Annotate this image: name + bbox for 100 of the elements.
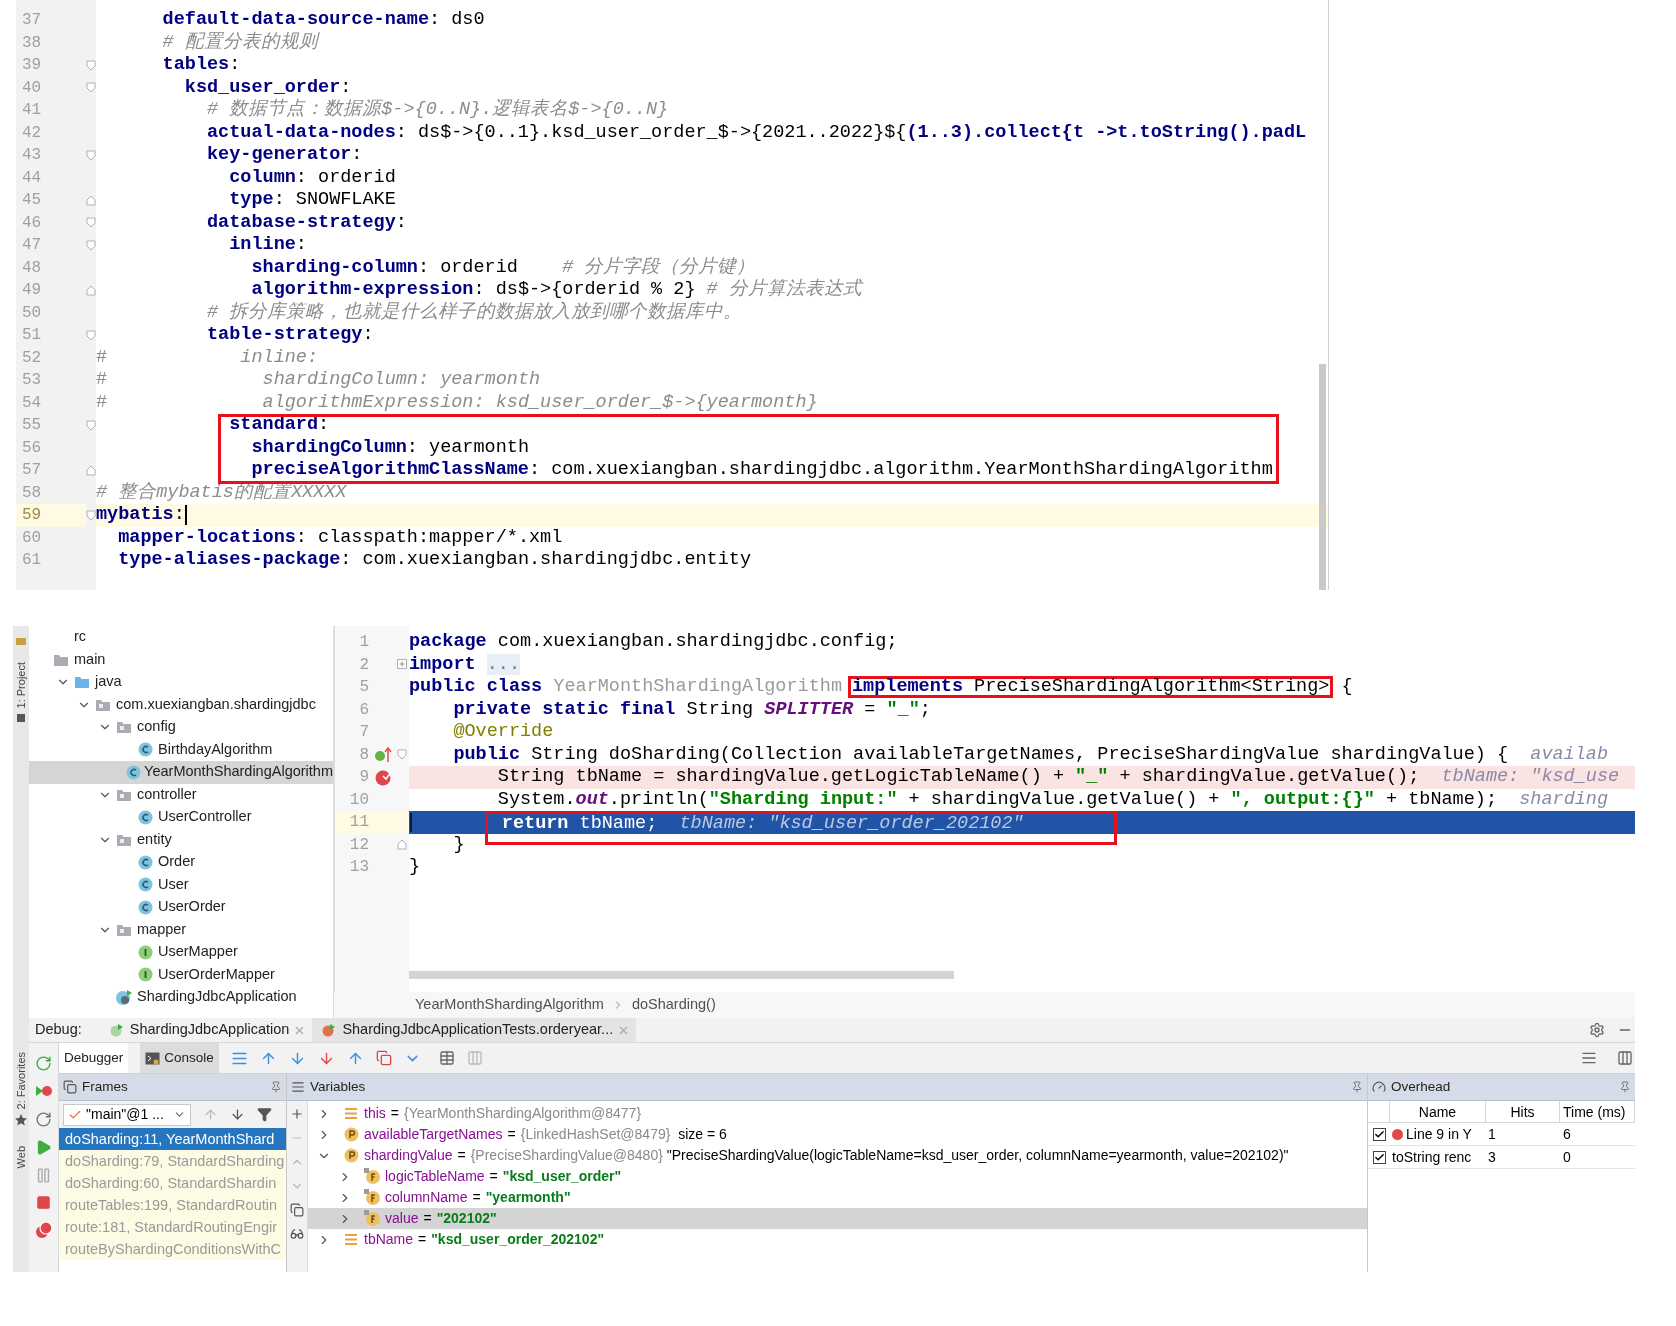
fold-icon[interactable] [86,149,96,161]
refresh-icon[interactable] [35,1111,52,1128]
column-header[interactable]: Name [1390,1101,1486,1122]
fold-icon[interactable] [86,82,96,94]
pin-icon[interactable] [270,1081,282,1093]
filter-icon[interactable] [257,1107,272,1122]
line-number: 41 [21,100,43,121]
fold-icon[interactable] [397,749,407,761]
variable-value: shardingValue = {PreciseShardingValue@8480} "PreciseShardingValue(logicTableName=ksd_user_order, columnName=yearmonth, value=202102)" [364,1146,1289,1165]
variable-row[interactable]: availableTargetNames = {LinkedHashSet@8479} size = 6 [308,1124,1367,1145]
variable-value: tbName = "ksd_user_order_202102" [364,1230,605,1249]
tree-item[interactable]: BirthdayAlgorithm [158,738,273,761]
frames-icon [63,1080,77,1094]
stack-frame[interactable]: doSharding:11, YearMonthShard [59,1128,286,1150]
fold-icon[interactable] [397,659,407,671]
implements-marker-icon[interactable] [373,746,392,763]
pin-icon[interactable] [1351,1081,1363,1093]
columns-icon[interactable] [1617,1050,1633,1066]
resume-icon[interactable] [35,1139,52,1156]
tree-item[interactable]: UserOrder [158,896,226,919]
fold-icon[interactable] [86,217,96,229]
tree-item[interactable]: UserController [158,806,252,829]
code-line: # 数据节点：数据源$->{0..N}.逻辑表名$->{0..N} [206,99,669,122]
star-icon[interactable] [15,1113,27,1126]
variable-row[interactable]: columnName = "yearmonth" [308,1187,1367,1208]
close-icon[interactable] [619,1025,629,1035]
breadcrumb-item[interactable]: doSharding() [631,994,716,1016]
tool-window-tab[interactable]: 1: Project [12,662,30,709]
fold-icon[interactable] [86,59,96,71]
line-number: 37 [21,10,43,31]
tree-item[interactable]: mapper [137,918,187,941]
line-number: 43 [21,145,43,166]
tree-item[interactable]: com.xuexiangban.shardingjdbc [116,693,316,716]
column-header[interactable]: Time (ms) [1560,1101,1635,1122]
variable-row[interactable]: shardingValue = {PreciseShardingValue@8480} "PreciseShardingValue(logicTableName=ksd_user_order, columnName=yearmonth, value=202102)" [308,1145,1367,1166]
tree-item[interactable]: rc [74,626,87,649]
tool-window-tab[interactable]: 2: Favorites [12,1052,30,1110]
breakpoint-icon[interactable] [373,768,392,787]
close-icon[interactable] [295,1025,305,1035]
text-cursor [410,812,412,832]
scrollbar[interactable] [409,970,954,979]
field-icon [363,1189,381,1206]
column-header[interactable]: Hits [1486,1101,1560,1122]
gauge-icon [1372,1080,1386,1094]
breadcrumb-item[interactable]: YearMonthShardingAlgorithm [415,994,604,1016]
code-line: inline: [228,234,307,257]
settings-icon[interactable] [1589,1022,1605,1038]
line-number: 40 [21,77,43,99]
rerun-icon[interactable] [35,1055,52,1072]
checkbox[interactable] [1372,1127,1386,1141]
table-cell-text: 3 [1487,1147,1497,1167]
tree-item[interactable]: main [74,648,106,671]
copy-icon[interactable] [290,1203,304,1217]
fold-icon[interactable] [86,239,96,251]
variable-row[interactable]: tbName = "ksd_user_order_202102" [308,1229,1367,1250]
variable-value: columnName = "yearmonth" [385,1188,571,1207]
pin-icon[interactable] [1619,1081,1631,1093]
run-config-icon [320,1023,337,1037]
debugger-tab[interactable]: Console [140,1043,219,1073]
fold-icon[interactable] [86,284,96,296]
stop-icon[interactable] [36,1195,51,1210]
list-icon [344,1233,358,1246]
tree-item[interactable]: UserOrderMapper [158,963,275,986]
tree-item[interactable]: ShardingJdbcApplication [137,986,297,1009]
tree-item[interactable]: entity [137,828,172,851]
variable-row[interactable]: this = {YearMonthShardingAlgorithm@8477} [308,1103,1367,1124]
fold-icon[interactable] [86,464,96,476]
tree-item[interactable]: User [158,873,189,896]
fold-icon[interactable] [86,329,96,341]
tool-window-tab[interactable]: Web [12,1145,30,1169]
layout-icon[interactable] [1581,1050,1597,1066]
variable-row[interactable]: logicTableName = "ksd_user_order" [308,1166,1367,1187]
debug-tab[interactable]: ShardingJdbcApplication [99,1018,313,1042]
code-line: database-strategy: [206,211,407,234]
debugger-tab[interactable]: Debugger [59,1043,129,1073]
evaluate-icon[interactable] [438,1050,455,1066]
down-arrow-icon[interactable] [230,1107,245,1122]
fold-icon[interactable] [86,419,96,431]
tree-item[interactable]: Order [158,851,196,874]
checkbox[interactable] [1372,1150,1386,1164]
fold-icon[interactable] [86,194,96,206]
scrollbar[interactable] [1319,364,1326,590]
watch-icon[interactable] [290,1227,304,1241]
pause-icon[interactable] [35,1167,52,1184]
add-icon[interactable] [290,1107,304,1121]
tree-item[interactable]: java [95,671,122,694]
tree-item[interactable]: config [137,716,176,739]
variable-value: logicTableName = "ksd_user_order" [385,1167,622,1186]
fold-icon[interactable] [86,509,96,521]
debug-tab[interactable]: ShardingJdbcApplicationTests.orderyear... [312,1018,637,1042]
tree-item[interactable]: UserMapper [158,941,238,964]
line-number: 47 [21,235,43,256]
drop-frame-icon[interactable] [375,1050,392,1066]
trace-icon[interactable] [466,1050,483,1066]
variables-icon [291,1080,305,1094]
tree-item[interactable]: controller [137,783,197,806]
fold-icon[interactable] [397,839,407,851]
variable-row[interactable]: value = "202102" [308,1208,1367,1229]
thread-dropdown[interactable]: "main"@1 ... [63,1103,191,1126]
breakpoints-icon[interactable] [34,1221,53,1239]
